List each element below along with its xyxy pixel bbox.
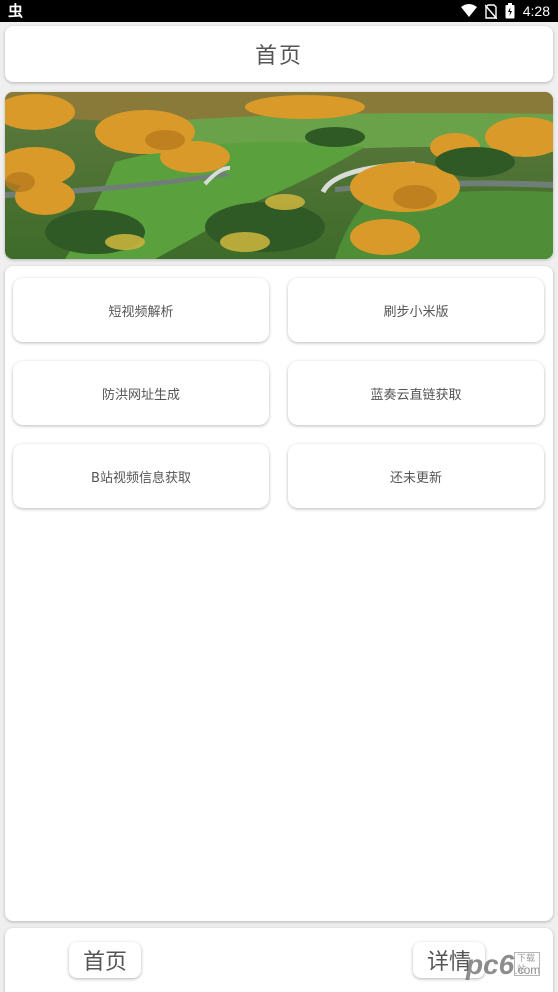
watermark-tag: 下载站: [514, 952, 541, 976]
page-title: 首页: [254, 44, 303, 69]
lanzou-direct-link-button[interactable]: 蓝奏云直链获取: [288, 361, 544, 425]
battery-icon: [505, 3, 515, 19]
landscape-illustration: [5, 92, 553, 259]
banner-image[interactable]: [5, 92, 553, 259]
not-yet-updated-button[interactable]: 还未更新: [288, 444, 544, 508]
tools-panel: 短视频解析 刷步小米版 防洪网址生成 蓝奏云直链获取 B站视频信息获取 还未更新: [5, 266, 553, 921]
no-sim-icon: [484, 3, 497, 19]
watermark-brand: pc6: [466, 949, 515, 980]
status-bar: 虫 4:28: [0, 0, 558, 22]
wifi-icon: [460, 4, 477, 17]
xiaomi-step-button[interactable]: 刷步小米版: [288, 278, 544, 342]
flood-url-generator-button[interactable]: 防洪网址生成: [13, 361, 269, 425]
nav-home-button[interactable]: 首页: [69, 942, 142, 978]
site-watermark: pc6.com 下载站: [466, 949, 541, 985]
status-icons: 4:28: [460, 0, 550, 22]
status-time: 4:28: [522, 3, 550, 19]
app-notification-icon: 虫: [8, 2, 24, 20]
bilibili-video-info-button[interactable]: B站视频信息获取: [13, 444, 269, 508]
short-video-parse-button[interactable]: 短视频解析: [13, 278, 269, 342]
title-bar: 首页: [5, 26, 553, 82]
